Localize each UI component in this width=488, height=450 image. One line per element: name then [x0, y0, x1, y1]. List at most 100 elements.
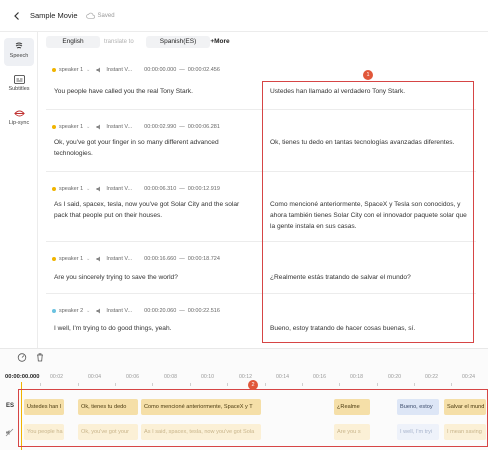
- source-text[interactable]: You people have called you the real Tony…: [54, 86, 254, 97]
- track-label-es: ES: [6, 403, 15, 409]
- time-separator: —: [179, 186, 185, 192]
- timeline-tools: [17, 352, 45, 362]
- segment-meta: speaker 1 ⌄ Instant V... 00:00:00.000 — 0…: [52, 67, 220, 73]
- speaker-dot-icon: [52, 309, 56, 313]
- start-time[interactable]: 00:00:02.990: [144, 124, 176, 130]
- voice-icon: [96, 124, 101, 130]
- segment-meta: speaker 1 ⌄ Instant V... 00:00:06.310 — 0…: [52, 186, 220, 192]
- voice-select[interactable]: Instant V...: [106, 256, 132, 262]
- ruler-tick: [152, 383, 153, 386]
- lips-icon: [13, 110, 25, 117]
- speaker-dot-icon: [52, 68, 56, 72]
- rail-item-lipsync[interactable]: Lip-sync: [4, 106, 34, 134]
- voice-icon: [96, 256, 101, 262]
- time-separator: —: [179, 256, 185, 262]
- project-title[interactable]: Sample Movie: [30, 11, 78, 20]
- source-language-select[interactable]: English: [46, 36, 100, 48]
- subtitles-icon: [13, 75, 25, 84]
- voice-icon: [96, 67, 101, 73]
- scrollbar[interactable]: [478, 32, 488, 348]
- end-time[interactable]: 00:00:22.516: [188, 308, 220, 314]
- ruler-label: 00:02: [50, 374, 63, 380]
- translate-to-label: translate to: [104, 39, 134, 45]
- speech-icon: [15, 42, 23, 49]
- speaker-select[interactable]: speaker 1: [59, 67, 83, 73]
- left-rail: Speech Subtitles Lip-sync: [0, 32, 38, 348]
- start-time[interactable]: 00:00:20.060: [144, 308, 176, 314]
- mute-original-icon[interactable]: [5, 428, 14, 437]
- speaker-select[interactable]: speaker 1: [59, 256, 83, 262]
- speaker-dot-icon: [52, 125, 56, 129]
- segment-meta: speaker 2 ⌄ Instant V... 00:00:20.060 — 0…: [52, 308, 220, 314]
- ruler-label: 00:14: [276, 374, 289, 380]
- rail-item-subtitles[interactable]: Subtitles: [4, 72, 34, 100]
- source-text[interactable]: As I said, spacex, tesla, now you've got…: [54, 199, 254, 221]
- chevron-down-icon[interactable]: ⌄: [86, 124, 90, 130]
- translation-highlight-box: [262, 81, 474, 343]
- voice-select[interactable]: Instant V...: [106, 308, 132, 314]
- voice-icon: [96, 308, 101, 314]
- top-bar: Sample Movie Saved: [0, 0, 488, 32]
- ruler-label: 00:18: [350, 374, 363, 380]
- ruler-label: 00:20: [388, 374, 401, 380]
- time-separator: —: [179, 124, 185, 130]
- rail-item-speech[interactable]: Speech: [4, 38, 34, 66]
- rail-label: Speech: [9, 53, 29, 59]
- annotation-badge-1: 1: [363, 70, 373, 80]
- source-text[interactable]: I well, I'm trying to do good things, ye…: [54, 323, 254, 334]
- start-time[interactable]: 00:00:06.310: [144, 186, 176, 192]
- ruler-label: 00:06: [126, 374, 139, 380]
- speaker-dot-icon: [52, 257, 56, 261]
- ruler-tick: [302, 383, 303, 386]
- voice-select[interactable]: Instant V...: [106, 124, 132, 130]
- chevron-down-icon[interactable]: ⌄: [86, 67, 90, 73]
- ruler-label: 00:04: [88, 374, 101, 380]
- trash-icon[interactable]: [35, 352, 45, 362]
- voice-icon: [96, 186, 101, 192]
- current-time: 00:00:00.000: [5, 374, 40, 380]
- chevron-down-icon[interactable]: ⌄: [86, 256, 90, 262]
- ruler-tick: [265, 383, 266, 386]
- end-time[interactable]: 00:00:12.919: [188, 186, 220, 192]
- voice-select[interactable]: Instant V...: [106, 67, 132, 73]
- ruler-tick: [227, 383, 228, 386]
- start-time[interactable]: 00:00:00.000: [144, 67, 176, 73]
- ruler-tick: [115, 383, 116, 386]
- more-label: More: [214, 38, 230, 45]
- target-language-select[interactable]: Spanish(ES): [146, 36, 210, 48]
- ruler-tick: [377, 383, 378, 386]
- start-time[interactable]: 00:00:16.660: [144, 256, 176, 262]
- annotation-badge-2: 2: [248, 380, 258, 390]
- more-languages-button[interactable]: +More: [204, 36, 236, 48]
- rail-label: Lip-sync: [8, 120, 30, 126]
- segment-meta: speaker 1 ⌄ Instant V... 00:00:02.990 — 0…: [52, 124, 220, 130]
- chevron-down-icon[interactable]: ⌄: [86, 186, 90, 192]
- cloud-icon: [85, 12, 95, 19]
- speed-gauge-icon[interactable]: [17, 352, 27, 362]
- end-time[interactable]: 00:00:18.724: [188, 256, 220, 262]
- saved-label: Saved: [97, 12, 115, 19]
- speaker-select[interactable]: speaker 1: [59, 186, 83, 192]
- ruler-tick: [190, 383, 191, 386]
- end-time[interactable]: 00:00:06.281: [188, 124, 220, 130]
- speaker-select[interactable]: speaker 1: [59, 124, 83, 130]
- voice-select[interactable]: Instant V...: [106, 186, 132, 192]
- ruler-tick: [451, 383, 452, 386]
- ruler-tick: [339, 383, 340, 386]
- ruler-label: 00:10: [201, 374, 214, 380]
- source-text[interactable]: Ok, you've got your finger in so many di…: [54, 137, 254, 159]
- chevron-down-icon[interactable]: ⌄: [86, 308, 90, 314]
- ruler-label: 00:16: [313, 374, 326, 380]
- source-text[interactable]: Are you sincerely trying to save the wor…: [54, 272, 254, 283]
- ruler-label: 00:08: [164, 374, 177, 380]
- end-time[interactable]: 00:00:02.456: [188, 67, 220, 73]
- back-arrow-icon[interactable]: [12, 11, 22, 21]
- segment-meta: speaker 1 ⌄ Instant V... 00:00:16.660 — 0…: [52, 256, 220, 262]
- ruler-tick: [40, 383, 41, 386]
- save-status: Saved: [85, 12, 115, 19]
- rail-label: Subtitles: [8, 86, 30, 92]
- time-separator: —: [179, 308, 185, 314]
- ruler-label: 00:22: [425, 374, 438, 380]
- speaker-select[interactable]: speaker 2: [59, 308, 83, 314]
- ruler-label: 00:12: [239, 374, 252, 380]
